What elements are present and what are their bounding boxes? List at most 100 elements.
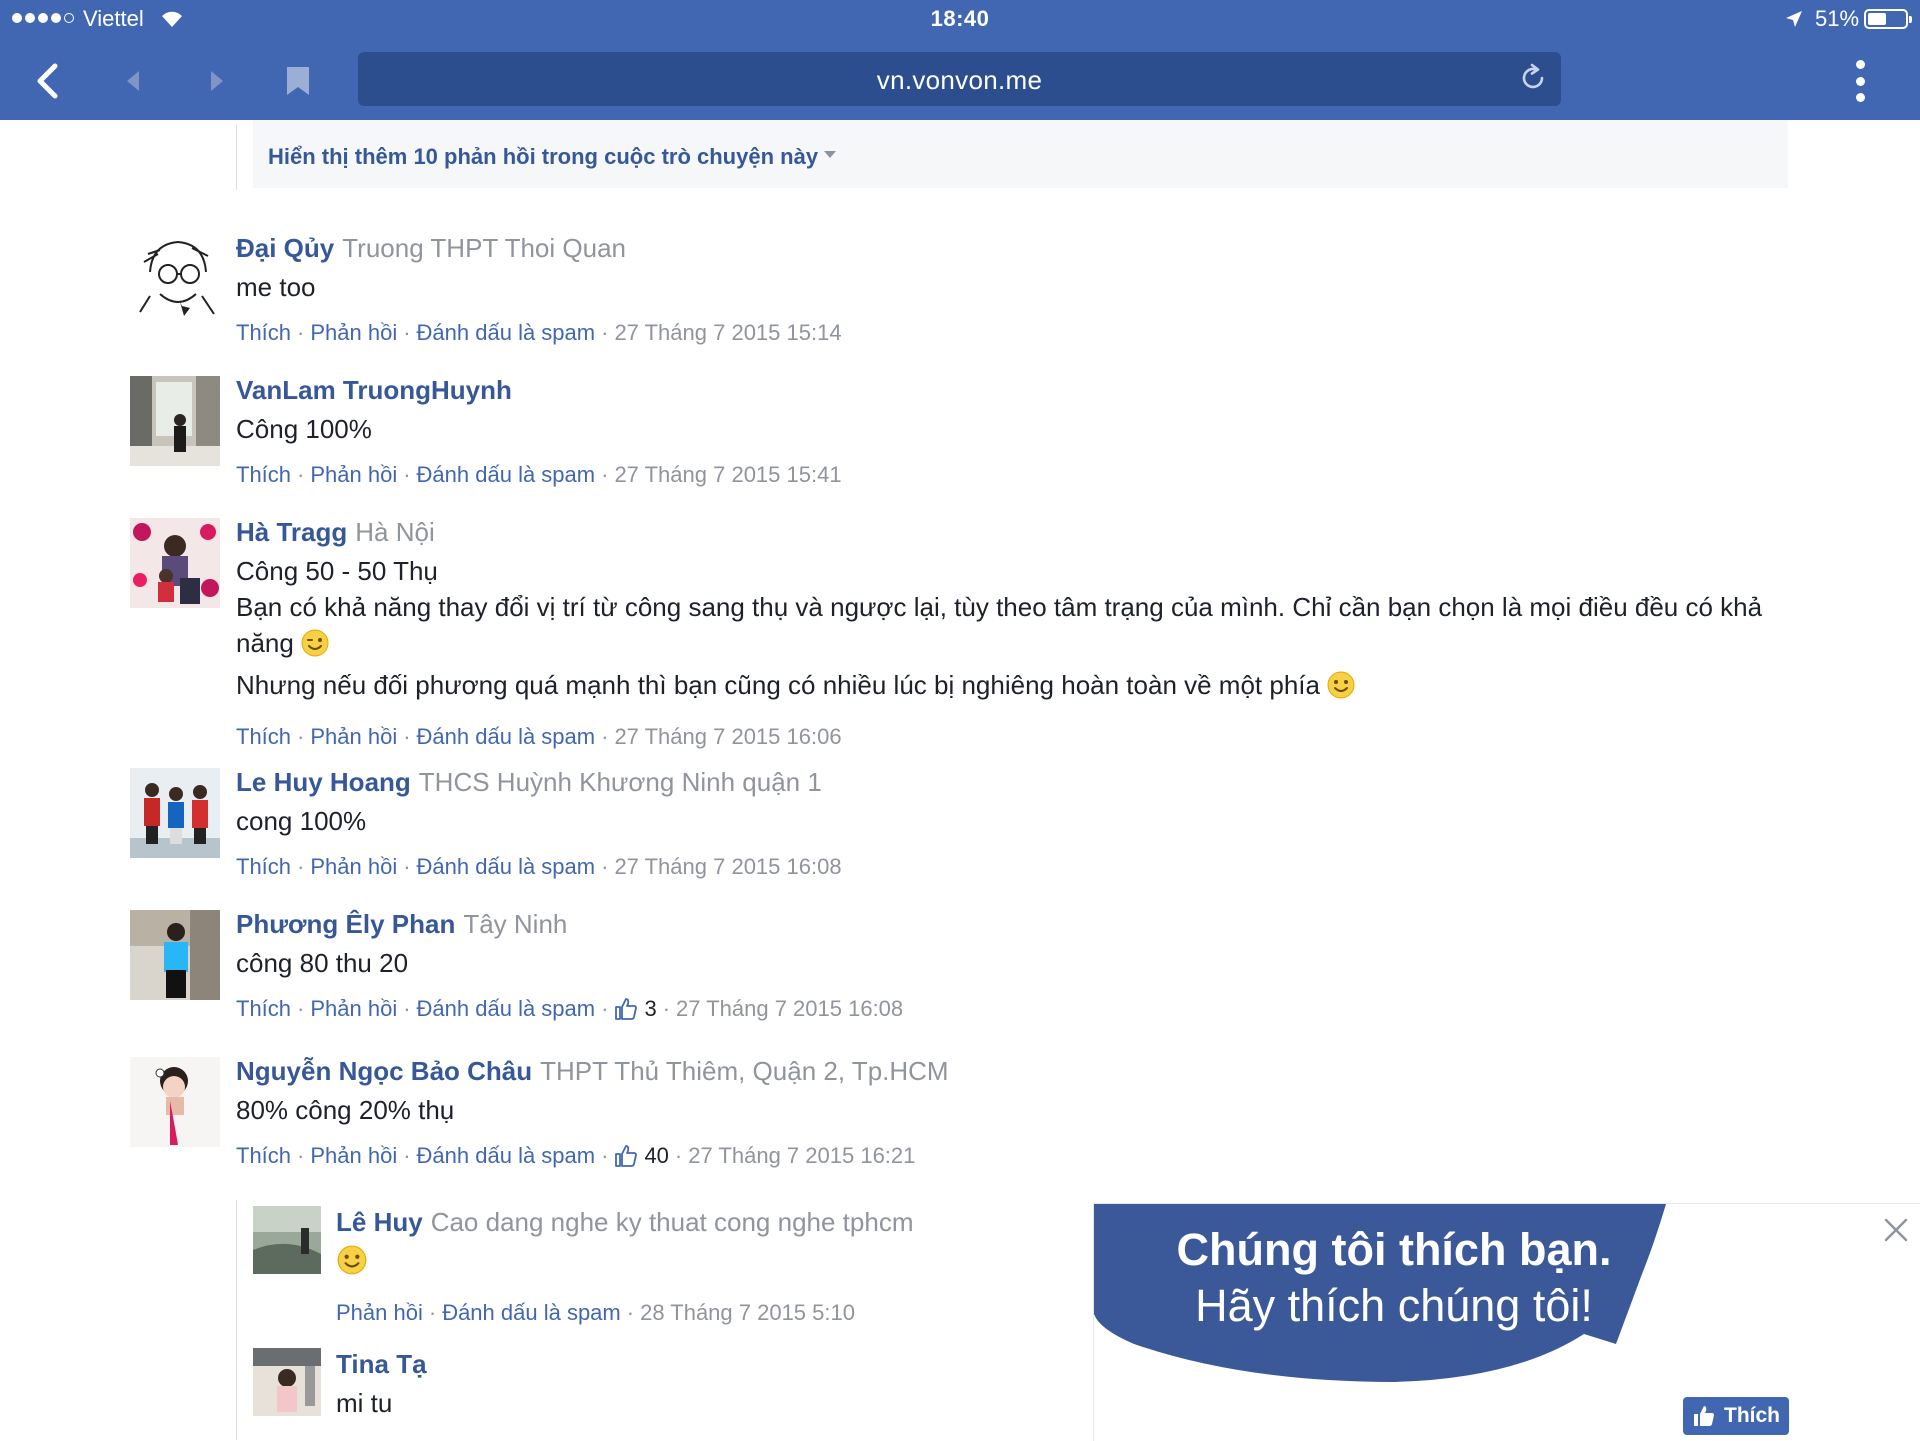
comment-body: Le Huy Hoang THCS Huỳnh Khương Ninh quận … (236, 766, 842, 881)
comment-line-text: Nhưng nếu đối phương quá mạnh thì bạn cũ… (236, 670, 1320, 700)
smile-emoji-icon (336, 1244, 368, 1285)
reply-link[interactable]: Phản hồi (310, 461, 397, 489)
like-count[interactable]: 3 (614, 995, 657, 1023)
more-replies-bar[interactable]: Hiển thị thêm 10 phản hồi trong cuộc trò… (253, 120, 1788, 188)
comment-text: 80% công 20% thụ (236, 1095, 455, 1125)
comment-affiliation: Tây Ninh (463, 909, 568, 939)
comment-timestamp[interactable]: 27 Tháng 7 2015 16:06 (614, 723, 841, 751)
back-chevron-icon[interactable] (23, 56, 73, 106)
comment-body: Hà Tragg Hà Nội Công 50 - 50 Thụ Bạn có k… (236, 516, 1762, 751)
comment-timestamp[interactable]: 27 Tháng 7 2015 15:41 (614, 461, 841, 489)
reply-author[interactable]: Tina Tạ (336, 1349, 427, 1379)
comment-author[interactable]: Le Huy Hoang (236, 767, 411, 797)
browser-chrome: Viettel 18:40 51% vn.vonvon.me (0, 0, 1920, 120)
mark-spam-link[interactable]: Đánh dấu là spam (417, 853, 596, 881)
comment-line: Công 50 - 50 Thụ (236, 556, 438, 586)
mark-spam-link[interactable]: Đánh dấu là spam (417, 723, 596, 751)
like-link[interactable]: Thích (236, 319, 291, 347)
thumbs-up-icon (615, 998, 638, 1020)
reply-author[interactable]: Lê Huy (336, 1207, 423, 1237)
thumbs-up-icon (615, 1145, 638, 1167)
comment-actions: Thích · Phản hồi · Đánh dấu là spam · 27 Th… (236, 461, 842, 489)
mark-spam-link[interactable]: Đánh dấu là spam (417, 461, 596, 489)
avatar[interactable] (130, 768, 220, 858)
comment-author[interactable]: Hà Tragg (236, 517, 347, 547)
smile-emoji-icon (1326, 670, 1356, 709)
comment-text: Công 50 - 50 Thụ Bạn có khả năng thay đổ… (236, 553, 1762, 709)
reply-thread-divider (236, 1200, 237, 1440)
comment-author[interactable]: Phương Êly Phan (236, 909, 455, 939)
avatar[interactable] (130, 232, 220, 322)
location-arrow-icon (1784, 9, 1804, 35)
comment-text: công 80 thu 20 (236, 948, 409, 978)
comment-actions: Thích · Phản hồi · Đánh dấu là spam · 27 Th… (236, 319, 842, 347)
comment-text: cong 100% (236, 806, 367, 836)
avatar[interactable] (253, 1206, 321, 1274)
avatar[interactable] (130, 1057, 220, 1147)
reply-text: mi tu (336, 1388, 393, 1418)
history-forward-icon[interactable] (192, 56, 242, 106)
comment-line: Nhưng nếu đối phương quá mạnh thì bạn cũ… (236, 667, 1762, 709)
mark-spam-link[interactable]: Đánh dấu là spam (442, 1299, 621, 1327)
comment-timestamp[interactable]: 27 Tháng 7 2015 16:08 (676, 995, 903, 1023)
comment-author[interactable]: VanLam TruongHuynh (236, 375, 512, 405)
reply-link[interactable]: Phản hồi (310, 319, 397, 347)
avatar[interactable] (130, 910, 220, 1000)
comment-actions: Thích · Phản hồi · Đánh dấu là spam · 40 · 2… (236, 1142, 916, 1170)
status-bar: Viettel 18:40 51% (0, 0, 1920, 40)
like-us-banner: Chúng tôi thích bạn. Hãy thích chúng tôi… (1093, 1203, 1920, 1441)
comment-timestamp[interactable]: 27 Tháng 7 2015 15:14 (614, 319, 841, 347)
like-page-button[interactable]: Thích (1683, 1397, 1789, 1435)
reply-link[interactable]: Phản hồi (310, 723, 397, 751)
caret-down-icon (824, 150, 837, 158)
reply-actions: Phản hồi · Đánh dấu là spam · 28 Tháng 7 2… (336, 1299, 855, 1327)
like-link[interactable]: Thích (236, 995, 291, 1023)
banner-subline: Hãy thích chúng tôi! (1195, 1280, 1593, 1331)
like-link[interactable]: Thích (236, 1142, 291, 1170)
comment-actions: Thích · Phản hồi · Đánh dấu là spam · 3 · 27… (236, 995, 904, 1023)
reply-link[interactable]: Phản hồi (310, 853, 397, 881)
battery-icon (1864, 9, 1912, 29)
avatar[interactable] (253, 1348, 321, 1416)
like-count-value: 3 (644, 996, 657, 1021)
comment-body: Nguyễn Ngọc Bảo Châu THPT Thủ Thiêm, Quận… (236, 1055, 949, 1170)
history-back-icon[interactable] (108, 56, 158, 106)
browser-toolbar: vn.vonvon.me (0, 40, 1920, 120)
more-replies-label: Hiển thị thêm 10 phản hồi trong cuộc trò… (268, 144, 819, 169)
comment-timestamp[interactable]: 27 Tháng 7 2015 16:08 (614, 853, 841, 881)
comment-actions: Thích · Phản hồi · Đánh dấu là spam · 27 Th… (236, 853, 842, 881)
reply-body: Lê Huy Cao dang nghe ky thuat cong nghe t… (336, 1206, 913, 1327)
reply-link[interactable]: Phản hồi (310, 1142, 397, 1170)
mark-spam-link[interactable]: Đánh dấu là spam (417, 319, 596, 347)
avatar[interactable] (130, 376, 220, 466)
close-icon[interactable] (1882, 1216, 1910, 1244)
comment-affiliation: Truong THPT Thoi Quan (342, 233, 626, 263)
more-options-icon[interactable] (1840, 58, 1880, 104)
battery-percent: 51% (1815, 6, 1860, 31)
comment-affiliation: THPT Thủ Thiêm, Quận 2, Tp.HCM (540, 1056, 949, 1086)
like-link[interactable]: Thích (236, 461, 291, 489)
avatar[interactable] (130, 518, 220, 608)
reload-icon[interactable] (1517, 62, 1549, 99)
mark-spam-link[interactable]: Đánh dấu là spam (417, 1142, 596, 1170)
wink-emoji-icon (300, 628, 330, 667)
like-button-label: Thích (1724, 1404, 1780, 1427)
comment-author[interactable]: Nguyễn Ngọc Bảo Châu (236, 1056, 532, 1086)
comment-timestamp[interactable]: 27 Tháng 7 2015 16:21 (688, 1142, 915, 1170)
like-link[interactable]: Thích (236, 723, 291, 751)
bookmark-icon[interactable] (273, 56, 323, 106)
more-replies-link[interactable]: Hiển thị thêm 10 phản hồi trong cuộc trò… (268, 144, 837, 170)
address-bar[interactable]: vn.vonvon.me (358, 52, 1561, 106)
reply-timestamp[interactable]: 28 Tháng 7 2015 5:10 (640, 1299, 855, 1327)
reply-link[interactable]: Phản hồi (336, 1299, 423, 1327)
comment-affiliation: THCS Huỳnh Khương Ninh quận 1 (418, 767, 822, 797)
comment-actions: Thích · Phản hồi · Đánh dấu là spam · 27 Th… (236, 723, 842, 751)
like-link[interactable]: Thích (236, 853, 291, 881)
thumbs-up-icon (1694, 1406, 1714, 1426)
reply-link[interactable]: Phản hồi (310, 995, 397, 1023)
banner-headline: Chúng tôi thích bạn. (1176, 1224, 1612, 1275)
comment-author[interactable]: Đại Qủy (236, 233, 334, 263)
comment-text: me too (236, 272, 316, 302)
mark-spam-link[interactable]: Đánh dấu là spam (417, 995, 596, 1023)
like-count[interactable]: 40 (614, 1142, 669, 1170)
